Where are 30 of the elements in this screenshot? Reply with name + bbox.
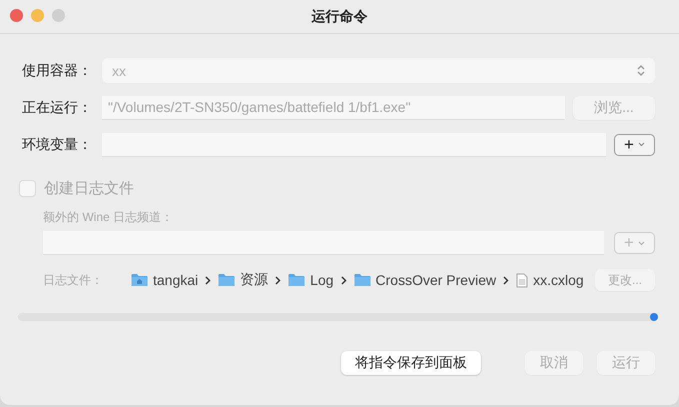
chevron-icon [205, 276, 212, 284]
field-label: 正在运行： [22, 98, 93, 116]
path-item[interactable]: tangkai [153, 272, 198, 288]
document-icon [516, 272, 528, 288]
field-label: 额外的 Wine 日志频道： [43, 210, 174, 224]
checkbox-label: 创建日志文件 [44, 179, 134, 198]
chevron-icon [275, 276, 282, 284]
folder-icon [288, 273, 306, 287]
environment-field[interactable] [102, 132, 606, 156]
chevron-icon [638, 142, 645, 147]
dialog-button[interactable]: 将指令保存到面板 [341, 351, 481, 375]
close-button[interactable] [10, 9, 23, 22]
chevron-icon [503, 276, 510, 284]
chevron-icon [340, 276, 347, 284]
path-item[interactable]: CrossOver Preview [376, 272, 496, 288]
home-folder-icon [131, 273, 148, 287]
path-item[interactable]: xx.cxlog [533, 272, 584, 288]
chevron-icon [638, 240, 645, 246]
folder-icon [218, 273, 236, 287]
path-item[interactable]: 资源 [240, 271, 268, 289]
minimize-button[interactable] [31, 9, 44, 22]
chevron-icon [637, 64, 645, 77]
add-button[interactable]: + [614, 134, 655, 156]
folder-icon [354, 273, 371, 287]
field-label: 使用容器： [22, 62, 93, 80]
zoom-button[interactable] [52, 9, 65, 22]
window-title: 运行命令 [312, 8, 368, 26]
field-label: 日志文件： [43, 272, 103, 288]
field-label: 环境变量： [22, 136, 93, 154]
path-item[interactable]: Log [310, 272, 334, 288]
